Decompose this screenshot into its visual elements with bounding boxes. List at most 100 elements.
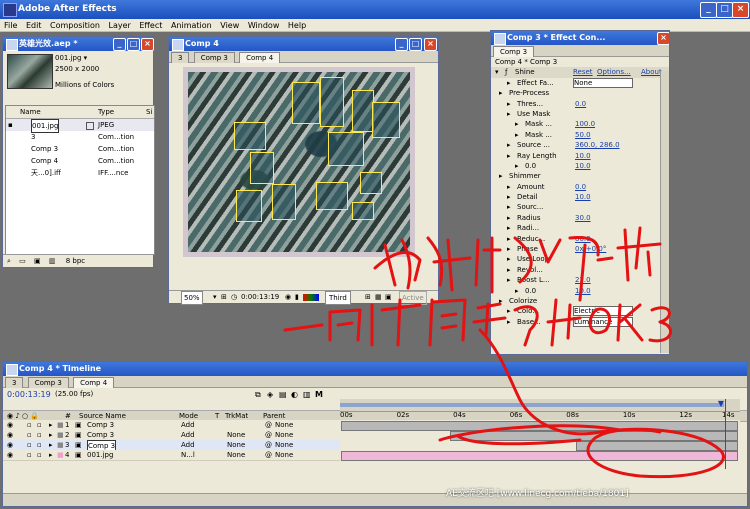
fast-preview-icon[interactable]: ▣ <box>385 291 392 303</box>
effect-parameter-row[interactable]: ▸ Effect Fa... None <box>491 77 669 88</box>
menu-view[interactable]: View <box>220 19 239 32</box>
resolution-select[interactable]: Third <box>325 291 351 305</box>
expand-chevron-icon[interactable]: ▾ <box>495 67 499 77</box>
twirl-chevron-icon[interactable]: ▸ <box>499 296 503 306</box>
parameter-value[interactable]: 100.0 <box>575 119 595 129</box>
col-size[interactable]: Si <box>146 106 152 118</box>
parameter-value[interactable]: 30.0 <box>575 213 591 223</box>
effect-parameter-row[interactable]: ▸ Phase 0x +0.0° <box>491 244 669 254</box>
tab-3[interactable]: 3 <box>171 52 190 63</box>
options-button[interactable]: Options... <box>597 67 631 77</box>
composition-minimize-button[interactable]: _ <box>395 38 408 51</box>
parameter-value[interactable]: 10.0 <box>575 286 591 296</box>
menu-file[interactable]: File <box>4 19 17 32</box>
effect-controls-scrollbar[interactable] <box>660 71 669 353</box>
effect-parameter-row[interactable]: ▸ Colo... Electric <box>491 306 669 317</box>
twirl-chevron-icon[interactable]: ▸ <box>499 171 503 181</box>
eye-icon[interactable]: ◉ <box>7 430 13 440</box>
trkmat-select[interactable]: None <box>227 430 245 440</box>
tab-comp-4[interactable]: Comp 4 <box>73 377 115 388</box>
parent-icon[interactable]: @ <box>265 450 272 460</box>
effect-parameter-row[interactable]: ▸ Pre-Process <box>491 88 669 98</box>
menu-animation[interactable]: Animation <box>171 19 212 32</box>
parameter-value[interactable]: 10.0 <box>575 161 591 171</box>
parameter-value[interactable]: 360.0, 286.0 <box>575 140 620 150</box>
project-maximize-button[interactable]: □ <box>127 38 140 51</box>
menu-edit[interactable]: Edit <box>26 19 42 32</box>
menu-layer[interactable]: Layer <box>109 19 131 32</box>
list-item[interactable]: Comp 4 Com...tion <box>6 155 154 167</box>
time-ruler[interactable]: 00s 02s 04s 06s 08s 10s 12s 14s <box>340 410 740 420</box>
effect-parameter-row[interactable]: ▸ Base... Luminance <box>491 316 669 327</box>
fx-icon[interactable]: ƒ <box>505 67 507 77</box>
solo-box[interactable]: ▫ <box>27 450 32 460</box>
twirl-chevron-icon[interactable]: ▸ <box>507 223 511 233</box>
twirl-chevron-icon[interactable]: ▸ <box>507 265 511 275</box>
find-icon[interactable]: ⌕ <box>7 257 11 265</box>
parameter-value[interactable]: 0.0 <box>575 182 586 192</box>
transparency-icon[interactable]: ▦ <box>375 291 382 303</box>
twirl-chevron-icon[interactable]: ▸ <box>499 88 503 98</box>
channel-icon[interactable]: ▮ <box>295 291 299 303</box>
effect-parameter-row[interactable]: ▸ Mask ... 100.0 <box>491 119 669 129</box>
effect-parameter-row[interactable]: ▸ Colorize <box>491 296 669 306</box>
folder-icon[interactable]: ▭ <box>19 257 26 265</box>
col-name[interactable]: Name <box>20 106 41 118</box>
parameter-value[interactable]: 27.0 <box>575 275 591 285</box>
parameter-value[interactable]: Luminance <box>573 316 633 327</box>
solo-box[interactable]: ▫ <box>27 430 32 440</box>
eye-icon[interactable]: ◉ <box>7 450 13 460</box>
twirl-chevron-icon[interactable]: ▸ <box>507 213 511 223</box>
parent-select[interactable]: None <box>275 440 293 450</box>
twirl-chevron-icon[interactable]: ▸ <box>507 317 511 327</box>
zoom-select[interactable]: 50% <box>181 291 203 305</box>
work-area-range[interactable] <box>340 403 724 407</box>
parent-select[interactable]: None <box>275 430 293 440</box>
parent-icon[interactable]: @ <box>265 440 272 450</box>
list-item[interactable]: 3 Com...tion <box>6 131 154 143</box>
twirl-chevron-icon[interactable]: ▸ <box>49 430 53 440</box>
effect-header[interactable]: ▾ ƒ Shine Reset Options... About... <box>491 67 669 78</box>
effect-parameter-row[interactable]: ▸ 0.0 10.0 <box>491 161 669 171</box>
twirl-chevron-icon[interactable]: ▸ <box>49 450 53 460</box>
composition-close-button[interactable]: × <box>424 38 437 51</box>
layer-bar-3[interactable] <box>576 441 738 451</box>
layer-bar-2[interactable] <box>450 431 738 441</box>
reset-button[interactable]: Reset <box>573 67 593 77</box>
parent-icon[interactable]: @ <box>265 420 272 430</box>
twirl-chevron-icon[interactable]: ▸ <box>507 275 511 285</box>
effect-parameter-row[interactable]: ▸ Use Loop <box>491 254 669 264</box>
solo-box[interactable]: ▫ <box>27 440 32 450</box>
effect-parameter-row[interactable]: ▸ Shimmer <box>491 171 669 181</box>
viewer-timecode[interactable]: 0:00:13:19 <box>241 291 279 303</box>
effect-parameter-row[interactable]: ▸ Thres... 0.0 <box>491 99 669 109</box>
twirl-chevron-icon[interactable]: ▸ <box>507 202 511 212</box>
zoom-chevron-icon[interactable]: ▾ <box>213 291 217 303</box>
twirl-chevron-icon[interactable]: ▸ <box>507 109 511 119</box>
mode-select[interactable]: Add <box>181 430 195 440</box>
label-color[interactable]: ■ <box>57 430 64 440</box>
parent-select[interactable]: None <box>275 450 293 460</box>
composition-canvas[interactable] <box>183 67 415 257</box>
effect-parameter-row[interactable]: ▸ Revol... <box>491 265 669 275</box>
tab-comp-3[interactable]: Comp 3 <box>27 377 69 388</box>
effect-parameter-row[interactable]: ▸ Amount 0.0 <box>491 182 669 192</box>
motion-blur-icon[interactable]: M <box>315 390 323 399</box>
layer-name[interactable]: 001.jpg <box>87 450 113 460</box>
time-indicator-icon[interactable]: ▼ <box>718 399 724 408</box>
effect-parameter-row[interactable]: ▸ Ray Length 10.0 <box>491 151 669 161</box>
effect-parameter-row[interactable]: ▸ Mask ... 50.0 <box>491 130 669 140</box>
label-color[interactable]: ■ <box>57 450 64 460</box>
table-row[interactable]: ◉ ▫ ▫ ▸ ■ 4 ▣ 001.jpg N...l None @ None <box>3 450 340 461</box>
timeline-scrollbar[interactable] <box>3 493 747 506</box>
effect-parameter-row[interactable]: ▸ 0.0 10.0 <box>491 286 669 296</box>
effect-parameter-row[interactable]: ▸ Boost L... 27.0 <box>491 275 669 285</box>
twirl-chevron-icon[interactable]: ▸ <box>507 182 511 192</box>
twirl-chevron-icon[interactable]: ▸ <box>507 244 511 254</box>
comp-flowchart-icon[interactable]: ⧉ <box>255 390 261 400</box>
menu-help[interactable]: Help <box>288 19 306 32</box>
label-color[interactable]: ■ <box>57 440 64 450</box>
label-color[interactable]: ■ <box>57 420 64 430</box>
lock-box[interactable]: ▫ <box>37 450 42 460</box>
twirl-chevron-icon[interactable]: ▸ <box>507 234 511 244</box>
